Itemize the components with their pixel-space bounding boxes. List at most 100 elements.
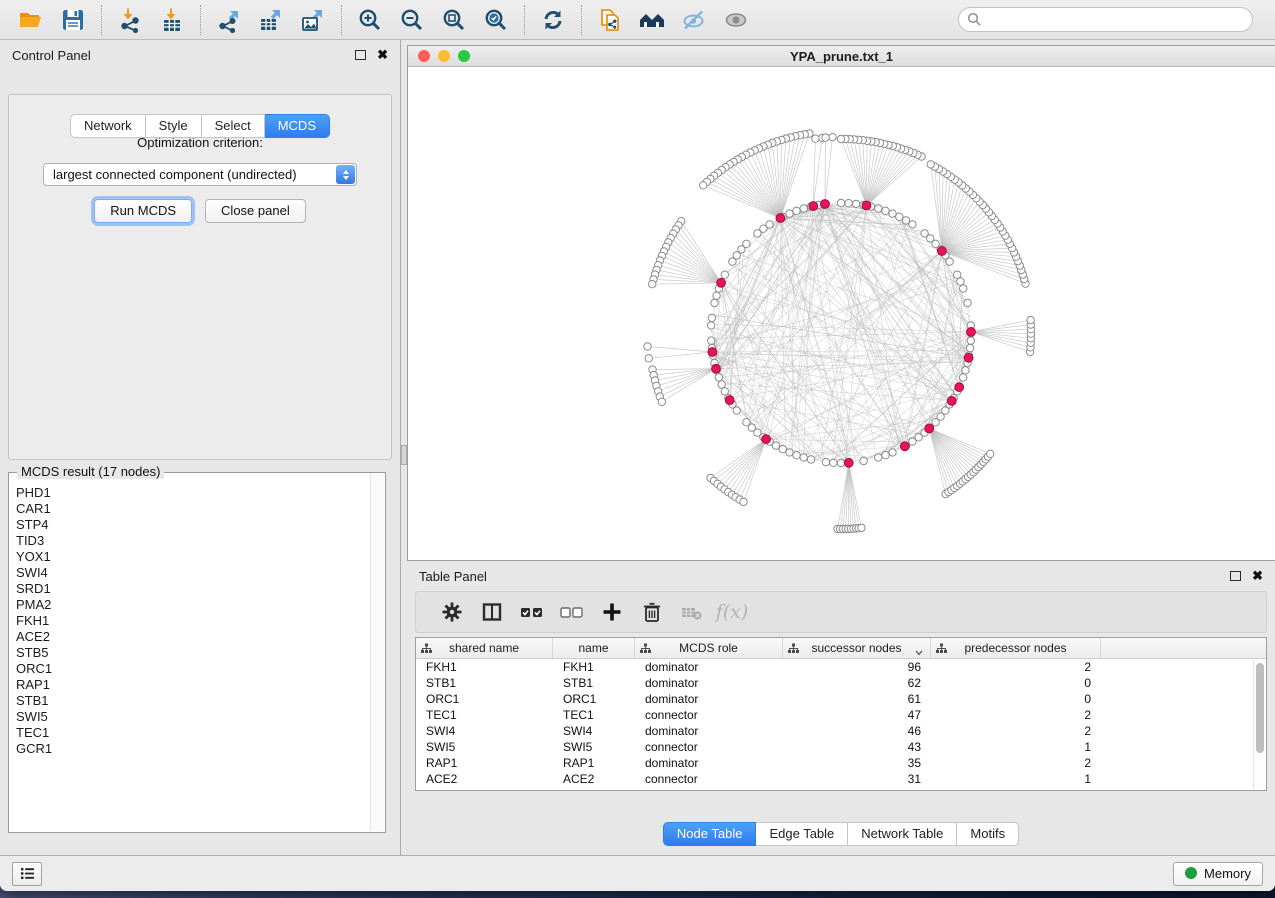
window-minimize-icon[interactable]: [438, 50, 450, 62]
export-table-icon: [258, 7, 284, 33]
table-row[interactable]: STB1STB1dominator620: [416, 675, 1266, 691]
search-input[interactable]: [958, 7, 1253, 32]
table-row[interactable]: RAP1RAP1dominator352: [416, 755, 1266, 771]
hide-graphics-button[interactable]: [673, 3, 715, 37]
mcds-result-title: MCDS result (17 nodes): [17, 464, 164, 479]
table-cell: RAP1: [416, 756, 553, 770]
table-row[interactable]: TEC1TEC1connector472: [416, 707, 1266, 723]
table-scrollbar-thumb[interactable]: [1256, 663, 1264, 753]
memory-button[interactable]: Memory: [1173, 862, 1263, 886]
table-settings-button[interactable]: [432, 595, 472, 629]
window-close-icon[interactable]: [418, 50, 430, 62]
result-node-item[interactable]: GCR1: [16, 741, 370, 757]
float-window-icon[interactable]: [355, 50, 366, 60]
sort-descending-icon: [915, 645, 923, 659]
table-scrollbar[interactable]: [1253, 660, 1265, 789]
save-session-button[interactable]: [52, 3, 94, 37]
table-row[interactable]: ACE2ACE2connector311: [416, 771, 1266, 787]
network-graph[interactable]: [408, 68, 1274, 560]
tab-network[interactable]: Network: [70, 114, 146, 138]
float-window-icon[interactable]: [1230, 571, 1241, 581]
column-header-name[interactable]: name: [553, 638, 635, 658]
result-node-item[interactable]: CAR1: [16, 501, 370, 517]
criterion-select[interactable]: largest connected component (undirected): [43, 163, 357, 186]
table-cell: 61: [783, 692, 931, 706]
close-panel-button[interactable]: Close panel: [205, 199, 306, 223]
import-table-button[interactable]: [151, 3, 193, 37]
task-history-button[interactable]: [12, 862, 42, 886]
toolbar-separator: [200, 5, 201, 35]
deselect-all-button[interactable]: [552, 595, 592, 629]
zoom-out-button[interactable]: [391, 3, 433, 37]
copy-share-button[interactable]: [589, 3, 631, 37]
close-panel-icon[interactable]: ✖: [377, 50, 388, 60]
criterion-selected-value: largest connected component (undirected): [53, 167, 297, 182]
show-graphics-button[interactable]: [715, 3, 757, 37]
result-node-item[interactable]: STP4: [16, 517, 370, 533]
open-file-button[interactable]: [10, 3, 52, 37]
zoom-selected-button[interactable]: [475, 3, 517, 37]
close-panel-icon[interactable]: ✖: [1252, 571, 1263, 581]
table-row[interactable]: FKH1FKH1dominator962: [416, 659, 1266, 675]
result-node-item[interactable]: SRD1: [16, 581, 370, 597]
tab-edge-table[interactable]: Edge Table: [756, 822, 848, 846]
column-header-shared-name[interactable]: shared name: [416, 638, 553, 658]
result-node-item[interactable]: STB5: [16, 645, 370, 661]
export-network-button[interactable]: [208, 3, 250, 37]
table-cell: dominator: [635, 724, 783, 738]
tab-mcds[interactable]: MCDS: [265, 114, 330, 138]
show-column-button[interactable]: [472, 595, 512, 629]
result-node-item[interactable]: ACE2: [16, 629, 370, 645]
home-button[interactable]: [631, 3, 673, 37]
window-maximize-icon[interactable]: [458, 50, 470, 62]
tab-network-table[interactable]: Network Table: [848, 822, 957, 846]
table-row[interactable]: ORC1ORC1dominator610: [416, 691, 1266, 707]
tab-style[interactable]: Style: [146, 114, 202, 138]
network-window-title: YPA_prune.txt_1: [790, 49, 893, 64]
column-header-successor-nodes[interactable]: successor nodes: [783, 638, 931, 658]
run-mcds-button[interactable]: Run MCDS: [94, 199, 192, 223]
result-node-item[interactable]: TID3: [16, 533, 370, 549]
table-tabs: Node TableEdge TableNetwork TableMotifs: [407, 822, 1275, 846]
table-cell: SWI5: [553, 740, 635, 754]
mcds-result-list[interactable]: PHD1CAR1STP4TID3YOX1SWI4SRD1PMA2FKH1ACE2…: [10, 483, 370, 831]
status-bar: Memory: [0, 855, 1275, 891]
result-node-item[interactable]: YOX1: [16, 549, 370, 565]
result-node-item[interactable]: PMA2: [16, 597, 370, 613]
table-cell: 35: [783, 756, 931, 770]
select-all-button[interactable]: [512, 595, 552, 629]
column-header-MCDS-role[interactable]: MCDS role: [635, 638, 783, 658]
table-panel-title: Table Panel: [419, 569, 487, 584]
table-row[interactable]: YOX1YOX1connector291: [416, 787, 1266, 791]
create-column-button[interactable]: [592, 595, 632, 629]
table-row[interactable]: SWI4SWI4dominator462: [416, 723, 1266, 739]
open-folder-icon: [18, 7, 44, 33]
table-cell: dominator: [635, 756, 783, 770]
panel-splitter-handle[interactable]: [401, 445, 407, 465]
result-node-item[interactable]: SWI4: [16, 565, 370, 581]
import-network-button[interactable]: [109, 3, 151, 37]
result-node-item[interactable]: PHD1: [16, 485, 370, 501]
result-node-item[interactable]: SWI5: [16, 709, 370, 725]
export-image-button[interactable]: [292, 3, 334, 37]
table-body[interactable]: FKH1FKH1dominator962STB1STB1dominator620…: [416, 659, 1266, 791]
result-node-item[interactable]: FKH1: [16, 613, 370, 629]
network-window-titlebar[interactable]: YPA_prune.txt_1: [408, 46, 1275, 67]
tab-motifs[interactable]: Motifs: [957, 822, 1019, 846]
export-table-button[interactable]: [250, 3, 292, 37]
main-toolbar: [0, 0, 1275, 40]
table-row[interactable]: SWI5SWI5connector431: [416, 739, 1266, 755]
tab-select[interactable]: Select: [202, 114, 265, 138]
refresh-button[interactable]: [532, 3, 574, 37]
delete-column-button[interactable]: [632, 595, 672, 629]
result-node-item[interactable]: RAP1: [16, 677, 370, 693]
result-node-item[interactable]: TEC1: [16, 725, 370, 741]
column-header-predecessor-nodes[interactable]: predecessor nodes: [931, 638, 1101, 658]
result-node-item[interactable]: ORC1: [16, 661, 370, 677]
zoom-in-button[interactable]: [349, 3, 391, 37]
tab-node-table[interactable]: Node Table: [663, 822, 757, 846]
result-node-item[interactable]: STB1: [16, 693, 370, 709]
zoom-fit-button[interactable]: [433, 3, 475, 37]
network-canvas[interactable]: [408, 68, 1275, 560]
result-list-scrollbar[interactable]: [370, 474, 384, 831]
